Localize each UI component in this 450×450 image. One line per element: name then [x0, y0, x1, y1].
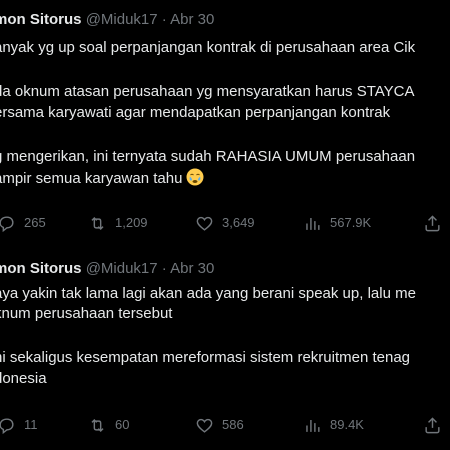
repost-count: 1,209 — [115, 215, 148, 230]
tweet-date[interactable]: Abr 30 — [170, 11, 214, 28]
tweet-text-line: g mengerikan, ini ternyata sudah RAHASIA… — [0, 148, 416, 165]
tweet-text-line: ampir semua karyawan tahu — [0, 168, 204, 189]
tweet-text-line: donesia — [0, 370, 47, 387]
tweet-header: mon Sitorus @Miduk17 · Abr 30 — [0, 10, 214, 30]
author-handle[interactable]: @Miduk17 — [86, 260, 158, 277]
separator-dot: · — [161, 260, 167, 277]
tweet-text-line: ersama karyawati agar mendapatkan perpan… — [0, 104, 391, 121]
tweet-header: mon Sitorus @Miduk17 · Abr 30 — [0, 259, 214, 279]
repost-icon — [91, 216, 104, 230]
tweet-text-fragment: ampir semua karyawan tahu — [0, 170, 183, 187]
reply-icon — [0, 215, 14, 232]
crying-face-emoji-icon — [186, 168, 204, 186]
tweet-actions: 11 60 586 89.4K — [0, 413, 450, 437]
views-button[interactable]: 89.4K — [303, 413, 364, 437]
share-icon — [425, 416, 440, 433]
analytics-icon — [306, 217, 320, 230]
tweet-text-line: da oknum atasan perusahaan yg mensyaratk… — [0, 83, 415, 100]
reply-count: 11 — [24, 417, 38, 432]
author-handle[interactable]: @Miduk17 — [86, 11, 158, 28]
author-name[interactable]: mon Sitorus — [0, 11, 82, 28]
share-button[interactable] — [423, 413, 442, 437]
analytics-icon — [306, 419, 320, 432]
repost-button[interactable]: 1,209 — [88, 211, 148, 235]
author-name[interactable]: mon Sitorus — [0, 260, 82, 277]
views-button[interactable]: 567.9K — [303, 211, 371, 235]
like-button[interactable]: 3,649 — [195, 211, 255, 235]
share-button[interactable] — [423, 211, 442, 235]
tweet-text-line: knum perusahaan tersebut — [0, 305, 173, 322]
tweet-text-line: anyak yg up soal perpanjangan kontrak di… — [0, 39, 416, 56]
reply-button[interactable]: 11 — [0, 413, 38, 437]
views-count: 567.9K — [330, 215, 372, 230]
reply-count: 265 — [24, 215, 46, 230]
tweet-text-line: aya yakin tak lama lagi akan ada yang be… — [0, 285, 416, 302]
share-icon — [425, 214, 440, 231]
tweet-date[interactable]: Abr 30 — [170, 260, 214, 277]
like-button[interactable]: 586 — [195, 413, 244, 437]
reply-button[interactable]: 265 — [0, 211, 46, 235]
tweet-text-line: ni sekaligus kesempatan mereformasi sist… — [0, 349, 411, 366]
heart-icon — [196, 216, 213, 231]
like-count: 586 — [222, 417, 244, 432]
views-count: 89.4K — [330, 417, 364, 432]
like-count: 3,649 — [222, 215, 255, 230]
reply-icon — [0, 417, 14, 434]
tweet-actions: 265 1,209 3,649 567.9K — [0, 211, 450, 235]
separator-dot: · — [161, 11, 167, 28]
repost-icon — [91, 418, 104, 432]
repost-button[interactable]: 60 — [88, 413, 129, 437]
heart-icon — [196, 418, 213, 433]
repost-count: 60 — [115, 417, 130, 432]
